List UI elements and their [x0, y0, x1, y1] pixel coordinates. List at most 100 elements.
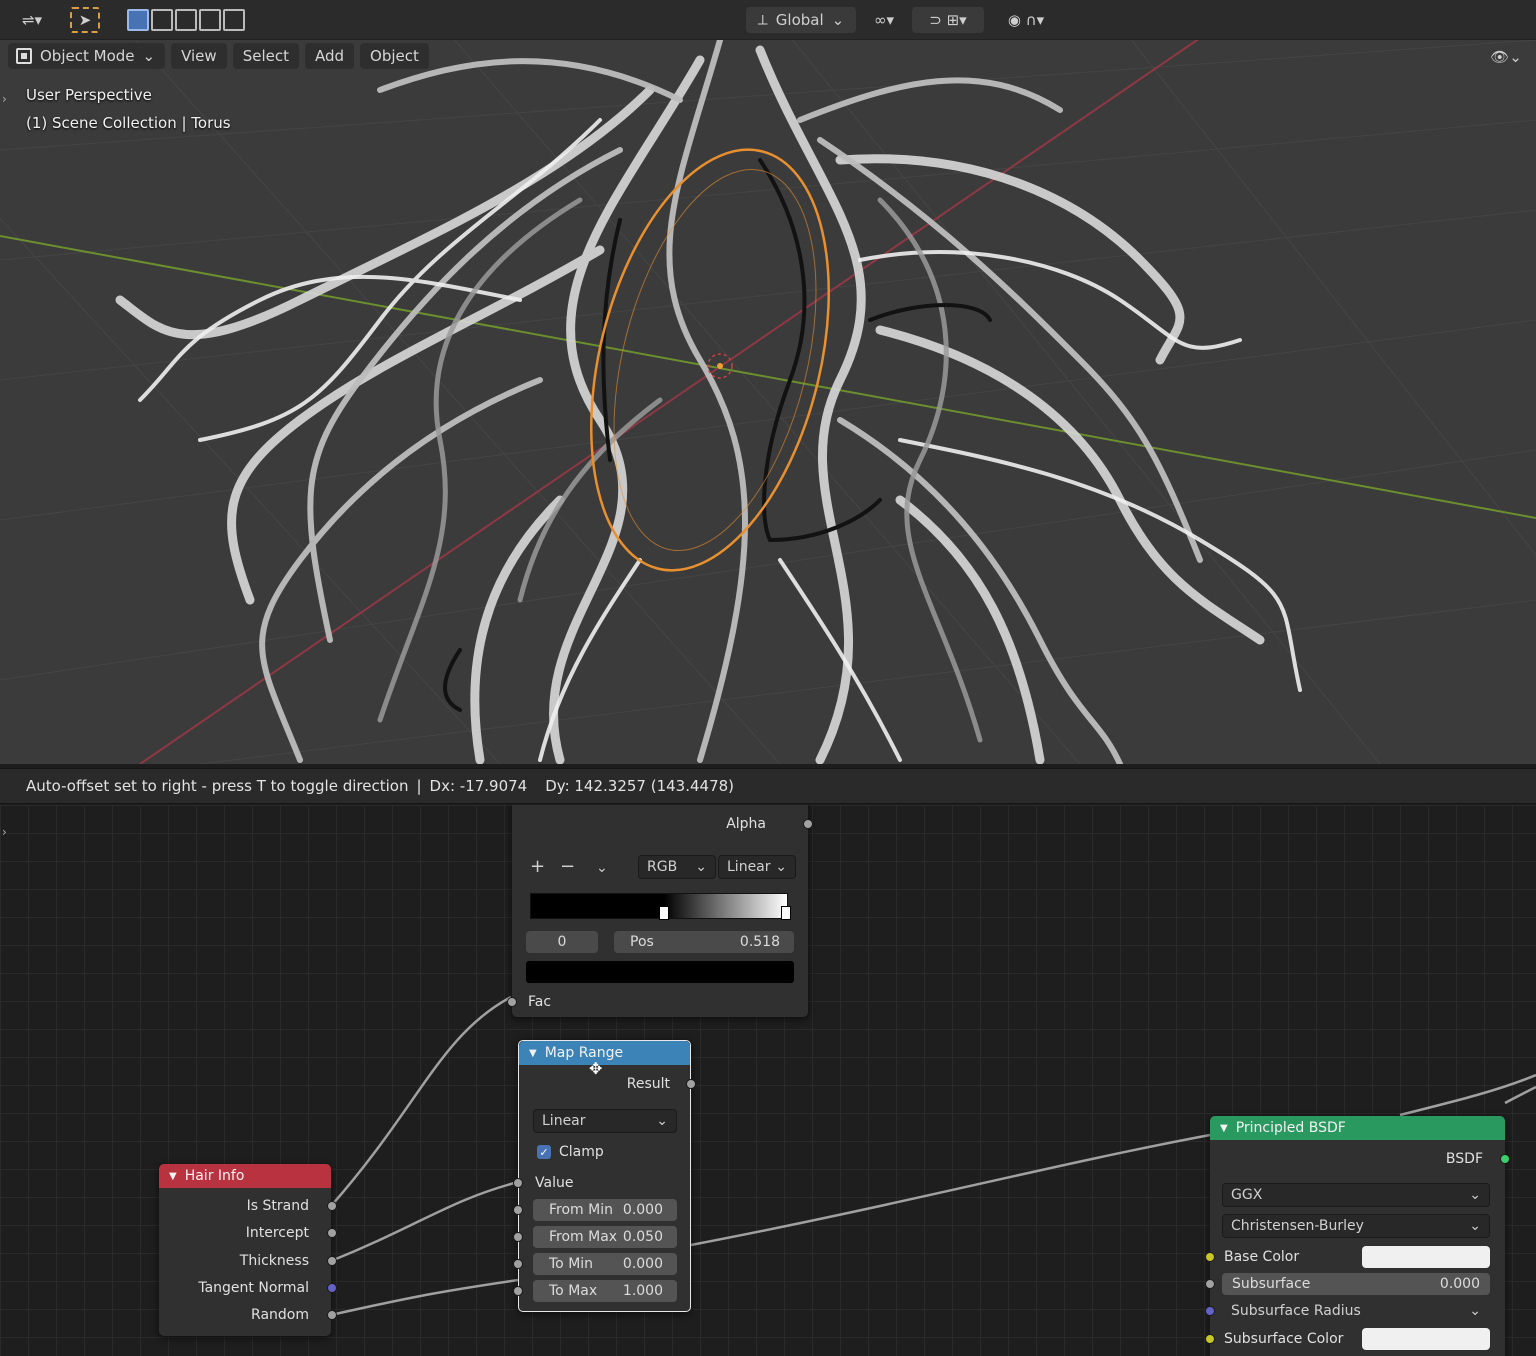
bsdf-output-socket[interactable]	[1500, 1154, 1510, 1164]
to-max-label: To Max	[549, 1283, 598, 1299]
status-dy: Dy: 142.3257 (143.4478)	[545, 777, 735, 795]
chevron-down-icon: ⌄	[1469, 1187, 1481, 1203]
collapse-caret-icon[interactable]: ▼	[529, 1048, 537, 1059]
to-max-socket[interactable]	[513, 1286, 523, 1296]
map-range-interpolation-dropdown[interactable]: Linear ⌄	[533, 1109, 677, 1133]
subsurface-radius-socket[interactable]	[1205, 1306, 1215, 1316]
from-max-socket[interactable]	[513, 1232, 523, 1242]
node-editor[interactable]: › Alpha + − ⌄ RGB ⌄ Linear ⌄ 0 Pos 0.518 F…	[0, 805, 1536, 1356]
intercept-socket[interactable]	[327, 1228, 337, 1238]
expand-arrow-icon[interactable]: ›	[2, 92, 7, 106]
principled-bsdf-node[interactable]: ▼ Principled BSDF BSDF GGX ⌄ Christensen-…	[1205, 1116, 1510, 1356]
transform-orientation-dropdown[interactable]: ⟂ Global ⌄	[746, 7, 856, 33]
distribution-dropdown[interactable]: GGX ⌄	[1222, 1183, 1490, 1207]
menu-select[interactable]: Select	[232, 43, 299, 69]
subsurface-socket[interactable]	[1205, 1279, 1215, 1289]
visibility-eye-icon[interactable]: 👁⌄	[1486, 44, 1526, 70]
stop-position-field[interactable]: Pos 0.518	[614, 931, 794, 953]
status-dx: Dx: -17.9074	[429, 777, 528, 795]
result-output-socket[interactable]	[686, 1079, 696, 1089]
subsurface-color-socket[interactable]	[1205, 1334, 1215, 1344]
to-min-field[interactable]: To Min 0.000	[533, 1253, 677, 1275]
from-min-value: 0.000	[622, 1202, 663, 1218]
chevron-down-icon: ⌄	[775, 859, 787, 875]
from-min-socket[interactable]	[513, 1205, 523, 1215]
ramp-interpolation-dropdown[interactable]: Linear ⌄	[718, 855, 796, 879]
link-isstrand-fac	[330, 995, 512, 1207]
map-range-node[interactable]: ▼ Map Range ✥ Result Linear ⌄ ✓ Clamp Val…	[513, 1040, 696, 1312]
menu-view[interactable]: View	[171, 43, 227, 69]
tangent-normal-socket[interactable]	[327, 1283, 337, 1293]
transform-pivot-icon[interactable]: ⇌▾	[12, 7, 52, 33]
select-tool-icon[interactable]: ➤	[70, 7, 100, 33]
value-input-socket[interactable]	[513, 1178, 523, 1188]
color-mode-dropdown[interactable]: RGB ⌄	[638, 855, 716, 879]
thickness-socket[interactable]	[327, 1256, 337, 1266]
snapping-icon[interactable]: ⊃ ⊞▾	[912, 7, 984, 33]
object-mode-label: Object Mode	[40, 47, 135, 65]
hair-info-node[interactable]: ▼ Hair Info Is Strand Intercept Thicknes…	[159, 1164, 337, 1336]
random-socket[interactable]	[327, 1310, 337, 1320]
collapse-caret-icon[interactable]: ▼	[1220, 1123, 1228, 1134]
collapse-caret-icon[interactable]: ▼	[169, 1171, 177, 1182]
map-range-interpolation-label: Linear	[542, 1113, 586, 1129]
menu-add[interactable]: Add	[304, 43, 355, 69]
color-ramp-gradient[interactable]	[530, 893, 791, 920]
subsurface-radius-row[interactable]: Subsurface Radius ⌄	[1222, 1299, 1490, 1323]
select-invert-icon[interactable]	[199, 9, 221, 31]
link-bg	[1399, 1073, 1536, 1117]
snap-link-icon[interactable]: ∞▾	[864, 7, 904, 33]
to-max-field[interactable]: To Max 1.000	[533, 1280, 677, 1302]
alpha-output-socket[interactable]	[803, 819, 813, 829]
expand-arrow-icon[interactable]: ›	[2, 825, 7, 839]
from-max-field[interactable]: From Max 0.050	[533, 1226, 677, 1248]
object-mode-dropdown[interactable]: Object Mode ⌄	[8, 43, 166, 69]
hair-info-header[interactable]: ▼ Hair Info	[159, 1164, 331, 1188]
base-color-swatch[interactable]	[1362, 1246, 1490, 1268]
from-min-field[interactable]: From Min 0.000	[533, 1199, 677, 1221]
add-stop-button[interactable]: +	[530, 855, 545, 877]
clamp-checkbox[interactable]: ✓	[537, 1145, 551, 1159]
ramp-options-chevron-icon[interactable]: ⌄	[596, 857, 608, 879]
to-min-label: To Min	[549, 1256, 594, 1272]
subsurface-value: 0.000	[1439, 1276, 1480, 1292]
select-intersect-icon[interactable]	[223, 9, 245, 31]
clamp-checkbox-row[interactable]: ✓ Clamp	[537, 1141, 604, 1163]
stop-index-field[interactable]: 0	[526, 931, 598, 953]
to-max-value: 1.000	[622, 1283, 663, 1299]
subsurface-color-swatch[interactable]	[1362, 1328, 1490, 1350]
subsurface-color-label: Subsurface Color	[1224, 1331, 1344, 1347]
3d-viewport[interactable]: ⇌▾ ➤ ⟂ Global ⌄ ∞▾ ⊃ ⊞▾ ◉ ∩▾ Object Mode…	[0, 0, 1536, 764]
subsurface-method-dropdown[interactable]: Christensen-Burley ⌄	[1222, 1214, 1490, 1238]
to-min-value: 0.000	[622, 1256, 663, 1272]
select-new-icon[interactable]	[127, 9, 149, 31]
proportional-edit-icon[interactable]: ◉ ∩▾	[992, 7, 1060, 33]
map-range-header[interactable]: ▼ Map Range	[519, 1041, 690, 1065]
object-mode-icon	[16, 48, 32, 64]
color-ramp-node[interactable]: Alpha + − ⌄ RGB ⌄ Linear ⌄ 0 Pos 0.518 Fac	[507, 805, 813, 1017]
base-color-socket[interactable]	[1205, 1252, 1215, 1262]
is-strand-socket[interactable]	[327, 1201, 337, 1211]
subsurface-field[interactable]: Subsurface 0.000	[1222, 1273, 1490, 1295]
pos-value: 0.518	[739, 934, 780, 950]
orientation-label: Global	[775, 11, 824, 29]
select-extend-icon[interactable]	[151, 9, 173, 31]
ramp-stop-white[interactable]	[781, 906, 791, 920]
thickness-label: Thickness	[239, 1253, 309, 1269]
distribution-label: GGX	[1231, 1187, 1263, 1203]
chevron-down-icon: ⌄	[695, 859, 707, 875]
select-subtract-icon[interactable]	[175, 9, 197, 31]
from-max-value: 0.050	[622, 1229, 663, 1245]
selection-mode-icons[interactable]	[120, 7, 252, 33]
subsurface-radius-label: Subsurface Radius	[1231, 1303, 1361, 1319]
is-strand-label: Is Strand	[246, 1198, 309, 1214]
principled-bsdf-header[interactable]: ▼ Principled BSDF	[1210, 1116, 1505, 1140]
map-range-title: Map Range	[544, 1045, 624, 1061]
to-min-socket[interactable]	[513, 1259, 523, 1269]
fac-input-socket[interactable]	[507, 997, 517, 1007]
menu-object[interactable]: Object	[360, 43, 429, 69]
stop-color-swatch[interactable]	[526, 961, 794, 983]
ramp-stop-black[interactable]	[659, 906, 669, 920]
remove-stop-button[interactable]: −	[560, 855, 575, 877]
chevron-down-icon: ⌄	[831, 11, 845, 29]
